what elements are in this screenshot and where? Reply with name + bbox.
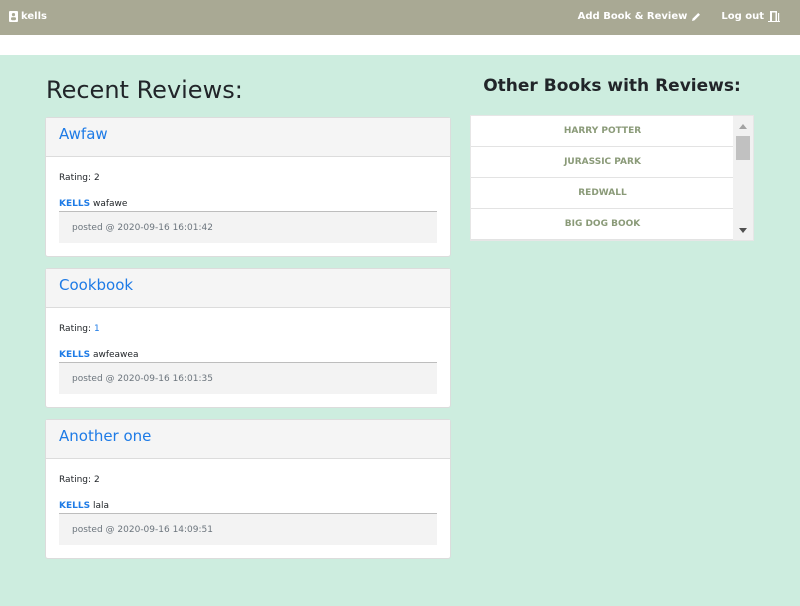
review-card-body: Rating: 2 KELLS lala posted @ 2020-09-16… [46,459,450,558]
pencil-icon [692,12,701,21]
review-content: KELLS lala [59,501,437,514]
rating-value: 2 [93,475,100,485]
review-card-header: Another one [46,420,450,459]
review-rating: Rating: 1 [59,324,437,334]
review-card: Another one Rating: 2 KELLS lala posted … [45,419,451,559]
rating-label: Rating: [59,475,92,485]
scroll-thumb[interactable] [736,136,750,160]
review-rating: Rating: 2 [59,173,437,183]
book-link[interactable]: BIG DOG BOOK [471,209,734,240]
review-posted-timestamp: posted @ 2020-09-16 16:01:42 [59,212,437,243]
rating-value: 2 [93,173,100,183]
book-items: HARRY POTTER JURASSIC PARK REDWALL BIG D… [471,116,734,240]
logout-label: Log out [721,11,764,22]
review-card-header: Cookbook [46,269,450,308]
book-list-scrollbar[interactable] [733,116,753,240]
review-card: Cookbook Rating: 1 KELLS awfeawea posted… [45,268,451,408]
recent-reviews-heading: Recent Reviews: [46,76,243,104]
book-link[interactable]: HARRY POTTER [471,116,734,147]
review-card-body: Rating: 1 KELLS awfeawea posted @ 2020-0… [46,308,450,407]
door-exit-icon [768,11,780,22]
review-posted-timestamp: posted @ 2020-09-16 14:09:51 [59,514,437,545]
header-spacer [0,35,800,55]
book-link[interactable]: REDWALL [471,178,734,209]
rating-label: Rating: [59,173,92,183]
review-author-link[interactable]: KELLS [59,199,90,209]
review-card-header: Awfaw [46,118,450,157]
navbar: kells Add Book & Review Log out [0,0,800,35]
review-text: lala [92,501,109,511]
review-rating: Rating: 2 [59,475,437,485]
username-label: kells [21,11,47,22]
add-book-review-link[interactable]: Add Book & Review [578,11,702,22]
user-icon [9,11,18,22]
other-books-heading: Other Books with Reviews: [483,76,741,96]
scroll-up-button[interactable] [733,118,753,134]
review-book-title[interactable]: Awfaw [59,125,437,143]
add-book-review-label: Add Book & Review [577,11,688,22]
review-text: awfeawea [92,350,139,360]
review-text: wafawe [92,199,128,209]
review-content: KELLS wafawe [59,199,437,212]
other-books-list[interactable]: HARRY POTTER JURASSIC PARK REDWALL BIG D… [470,115,754,241]
review-author-link[interactable]: KELLS [59,350,90,360]
review-posted-timestamp: posted @ 2020-09-16 16:01:35 [59,363,437,394]
logout-link[interactable]: Log out [721,11,780,22]
triangle-up-icon [739,123,747,129]
scroll-down-button[interactable] [733,222,753,238]
book-link[interactable]: JURASSIC PARK [471,147,734,178]
rating-label: Rating: [59,324,92,334]
rating-value: 1 [93,324,100,334]
nav-actions: Add Book & Review Log out [578,11,780,22]
review-card-body: Rating: 2 KELLS wafawe posted @ 2020-09-… [46,157,450,256]
triangle-down-icon [739,227,747,233]
review-book-title[interactable]: Another one [59,427,437,445]
review-book-title[interactable]: Cookbook [59,276,437,294]
review-card: Awfaw Rating: 2 KELLS wafawe posted @ 20… [45,117,451,257]
review-author-link[interactable]: KELLS [59,501,90,511]
user-brand[interactable]: kells [9,11,47,22]
review-content: KELLS awfeawea [59,350,437,363]
